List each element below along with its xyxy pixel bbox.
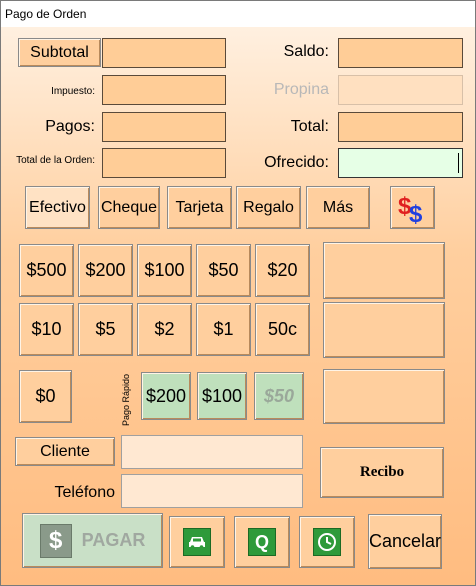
currency-button[interactable]: $ $	[390, 186, 435, 229]
ofrecido-field[interactable]	[338, 148, 463, 178]
svg-text:$: $	[409, 201, 423, 224]
impuesto-label: Impuesto:	[51, 86, 95, 97]
denomination-5[interactable]: $5	[78, 303, 133, 356]
telefono-field[interactable]	[121, 474, 303, 508]
cliente-button[interactable]: Cliente	[15, 437, 115, 466]
propina-field	[338, 75, 463, 105]
payment-panel: Subtotal Saldo: Impuesto: Propina Pagos:…	[1, 27, 475, 585]
telefono-label: Teléfono	[54, 484, 116, 501]
total-orden-field[interactable]	[102, 148, 226, 178]
saldo-label: Saldo:	[283, 43, 329, 60]
pagar-label: PAGAR	[81, 530, 146, 550]
quick-pay-50: $50	[254, 372, 304, 420]
tab-efectivo[interactable]: Efectivo	[25, 186, 90, 229]
subtotal-button[interactable]: Subtotal	[18, 38, 101, 67]
blank-button-3[interactable]	[323, 369, 445, 424]
denomination-20[interactable]: $20	[255, 244, 310, 297]
payment-window: Pago de Orden Subtotal Saldo: Impuesto: …	[0, 0, 476, 586]
recibo-button[interactable]: Recibo	[320, 447, 444, 498]
propina-label: Propina	[273, 81, 329, 98]
impuesto-field[interactable]	[102, 75, 226, 105]
pagos-field[interactable]	[102, 112, 226, 142]
denomination-50[interactable]: $50	[196, 244, 251, 297]
car-icon	[183, 528, 211, 556]
denomination-10[interactable]: $10	[19, 303, 74, 356]
cliente-field[interactable]	[121, 435, 303, 469]
dollar-icon: $	[39, 523, 72, 558]
title-bar: Pago de Orden	[1, 1, 475, 27]
quick-pay-100[interactable]: $100	[197, 372, 247, 420]
blank-button-2[interactable]	[323, 302, 445, 358]
dollar-currency-icon: $ $	[398, 193, 423, 224]
pagar-button[interactable]: $ PAGAR	[22, 513, 163, 568]
total-field[interactable]	[338, 112, 463, 142]
denomination-500[interactable]: $500	[19, 244, 74, 297]
cancelar-button[interactable]: Cancelar	[368, 514, 442, 569]
car-button[interactable]	[169, 516, 225, 568]
tab-mas[interactable]: Más	[306, 186, 370, 229]
tab-tarjeta[interactable]: Tarjeta	[167, 186, 232, 229]
denomination-2[interactable]: $2	[137, 303, 192, 356]
total-orden-label: Total de la Orden:	[16, 155, 95, 166]
quick-pay-200[interactable]: $200	[141, 372, 191, 420]
denomination-100[interactable]: $100	[137, 244, 192, 297]
clock-icon	[313, 528, 341, 556]
window-title: Pago de Orden	[5, 7, 87, 21]
ofrecido-label: Ofrecido:	[264, 154, 329, 171]
blank-button-1[interactable]	[323, 242, 445, 299]
denomination-200[interactable]: $200	[78, 244, 133, 297]
subtotal-field[interactable]	[102, 38, 226, 68]
total-label: Total:	[290, 118, 329, 135]
saldo-field[interactable]	[338, 38, 463, 68]
denomination-1[interactable]: $1	[196, 303, 251, 356]
denomination-50c[interactable]: 50c	[255, 303, 310, 356]
text-cursor	[458, 153, 459, 173]
timer-button[interactable]	[299, 516, 355, 568]
tab-cheque[interactable]: Cheque	[98, 186, 160, 229]
queue-button[interactable]: Q	[234, 516, 290, 568]
q-icon: Q	[248, 528, 276, 556]
denomination-0[interactable]: $0	[19, 370, 72, 423]
pago-rapido-label: Pago Rápido	[121, 373, 131, 426]
pagos-label: Pagos:	[45, 118, 95, 135]
tab-regalo[interactable]: Regalo	[236, 186, 301, 229]
